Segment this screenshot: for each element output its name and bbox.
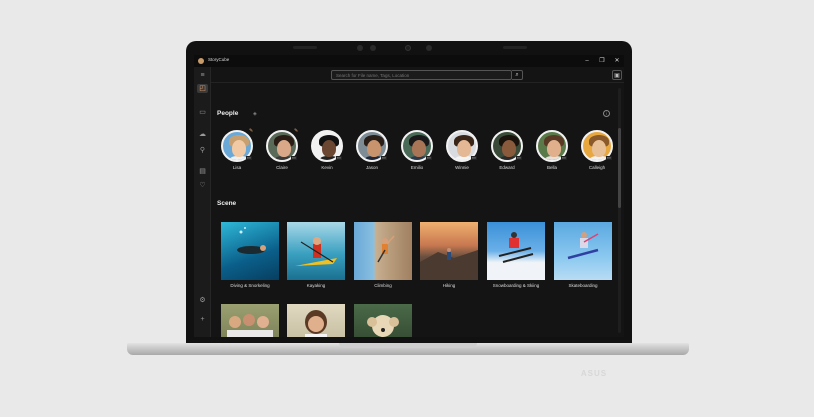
album-icon[interactable]: ▤ (197, 167, 208, 176)
heart-icon[interactable]: ♡ (197, 181, 208, 190)
speaker-slot (503, 46, 527, 49)
photo-count-badge: ▪▪▪ (561, 156, 567, 160)
person-name: Edward (499, 165, 515, 170)
scene-thumbnail (420, 222, 478, 280)
person-name: Emilio (410, 165, 424, 170)
scene-thumbnail (287, 304, 345, 337)
avatar-face (592, 140, 606, 157)
gear-icon[interactable]: ⚙ (197, 296, 208, 305)
photo-count-badge: ▪▪▪ (426, 156, 432, 160)
menu-icon[interactable]: ≡ (197, 71, 208, 80)
climber-image (377, 235, 395, 263)
avatar-face (277, 140, 291, 157)
person-name: Jason (365, 165, 378, 170)
photo-count-badge: ▪▪▪ (336, 156, 342, 160)
laptop-base (127, 343, 689, 355)
person-name: Calleigh (588, 165, 606, 170)
maximize-button[interactable]: ❐ (597, 56, 607, 66)
person-name: Lisa (232, 165, 242, 170)
link-icon[interactable]: ⚲ (197, 146, 208, 155)
webcam (405, 45, 411, 51)
person-name: Bella (546, 165, 557, 170)
app-logo-icon (198, 58, 204, 64)
scene-thumbnail (487, 222, 545, 280)
folder-icon[interactable]: ▭ (197, 108, 208, 117)
avatar-face (412, 140, 426, 157)
hiker-image (420, 248, 478, 280)
scene-thumbnail (354, 222, 412, 280)
search-button[interactable]: ⌕ (512, 70, 523, 80)
photo-count-badge: ▪▪▪ (381, 156, 387, 160)
scene-label: Kayaking (306, 283, 326, 288)
scene-thumbnail (287, 222, 345, 280)
scene-thumbnail (554, 222, 612, 280)
kayak-image (295, 237, 337, 266)
sensor-dot (426, 45, 432, 51)
portrait-image (305, 310, 327, 337)
avatar-face (322, 140, 336, 157)
photo-count-badge: ▪▪▪ (471, 156, 477, 160)
avatar-face (232, 140, 246, 157)
storycube-icon[interactable]: ◰ (197, 84, 208, 93)
scene-thumbnail (221, 222, 279, 280)
skater-image (567, 232, 599, 260)
photo-count-badge: ▪▪▪ (516, 156, 522, 160)
toolbar: ⌕ ▣ (211, 67, 624, 83)
tag-icon[interactable]: ◈ (253, 111, 257, 117)
scene-label: Hiking (442, 283, 456, 288)
search-input[interactable] (331, 70, 512, 80)
pin-icon: ✎ (294, 128, 299, 134)
avatar-face (502, 140, 516, 157)
person-name: Claire (276, 165, 288, 170)
main-content: People ◈ i ✎ ▪▪▪ Lisa ✎ ▪▪▪ Claire ▪▪▪ K… (211, 84, 624, 337)
sidebar: ≡ ◰ ▭ ☁ ⚲ ▤ ♡ ⚙ + (194, 67, 211, 337)
scrollbar[interactable] (618, 88, 621, 333)
cloud-icon[interactable]: ☁ (197, 130, 208, 139)
bezel (186, 41, 632, 55)
scene-label: Diving & Snorkeling (230, 283, 270, 288)
avatar-face (367, 140, 381, 157)
close-button[interactable]: ✕ (612, 56, 622, 66)
search-icon: ⌕ (515, 72, 519, 78)
people-heading: People (217, 110, 239, 117)
add-icon[interactable]: + (197, 315, 208, 324)
hinge-notch (339, 343, 477, 348)
app-title: StoryCube (208, 57, 230, 62)
avatar-face (547, 140, 561, 157)
title-bar: StoryCube – ❐ ✕ (194, 55, 624, 67)
screen: StoryCube – ❐ ✕ ≡ ◰ ▭ ☁ ⚲ ▤ ♡ ⚙ + ⌕ ▣ P (194, 55, 624, 337)
person-name: Kevin (321, 165, 333, 170)
pin-icon: ✎ (249, 128, 254, 134)
person-name: Winnie (455, 165, 469, 170)
scene-thumbnail (354, 304, 412, 337)
photo-count-badge: ▪▪▪ (246, 156, 252, 160)
photo-count-badge: ▪▪▪ (291, 156, 297, 160)
speaker-slot (293, 46, 317, 49)
scene-heading: Scene (217, 200, 237, 207)
scene-label: Climbing (374, 283, 392, 288)
info-icon[interactable]: i (603, 110, 610, 117)
dog-image (367, 315, 399, 337)
scrollbar-thumb[interactable] (618, 128, 621, 208)
scene-label: Snowboarding & Skiing (492, 283, 540, 288)
skier-image (498, 232, 534, 263)
scene-label: Skateboarding (568, 283, 598, 288)
sensor-dot (370, 45, 376, 51)
brand-logo: ASUS (580, 369, 608, 378)
photo-count-badge: ▪▪▪ (606, 156, 612, 160)
diver-image (237, 227, 266, 254)
view-toggle-icon[interactable]: ▣ (612, 70, 622, 80)
scene-thumbnail (221, 304, 279, 337)
sensor-dot (357, 45, 363, 51)
minimize-button[interactable]: – (582, 56, 592, 66)
group-photo-image (227, 314, 273, 337)
laptop-lid: StoryCube – ❐ ✕ ≡ ◰ ▭ ☁ ⚲ ▤ ♡ ⚙ + ⌕ ▣ P (186, 41, 632, 378)
avatar-face (457, 140, 471, 157)
